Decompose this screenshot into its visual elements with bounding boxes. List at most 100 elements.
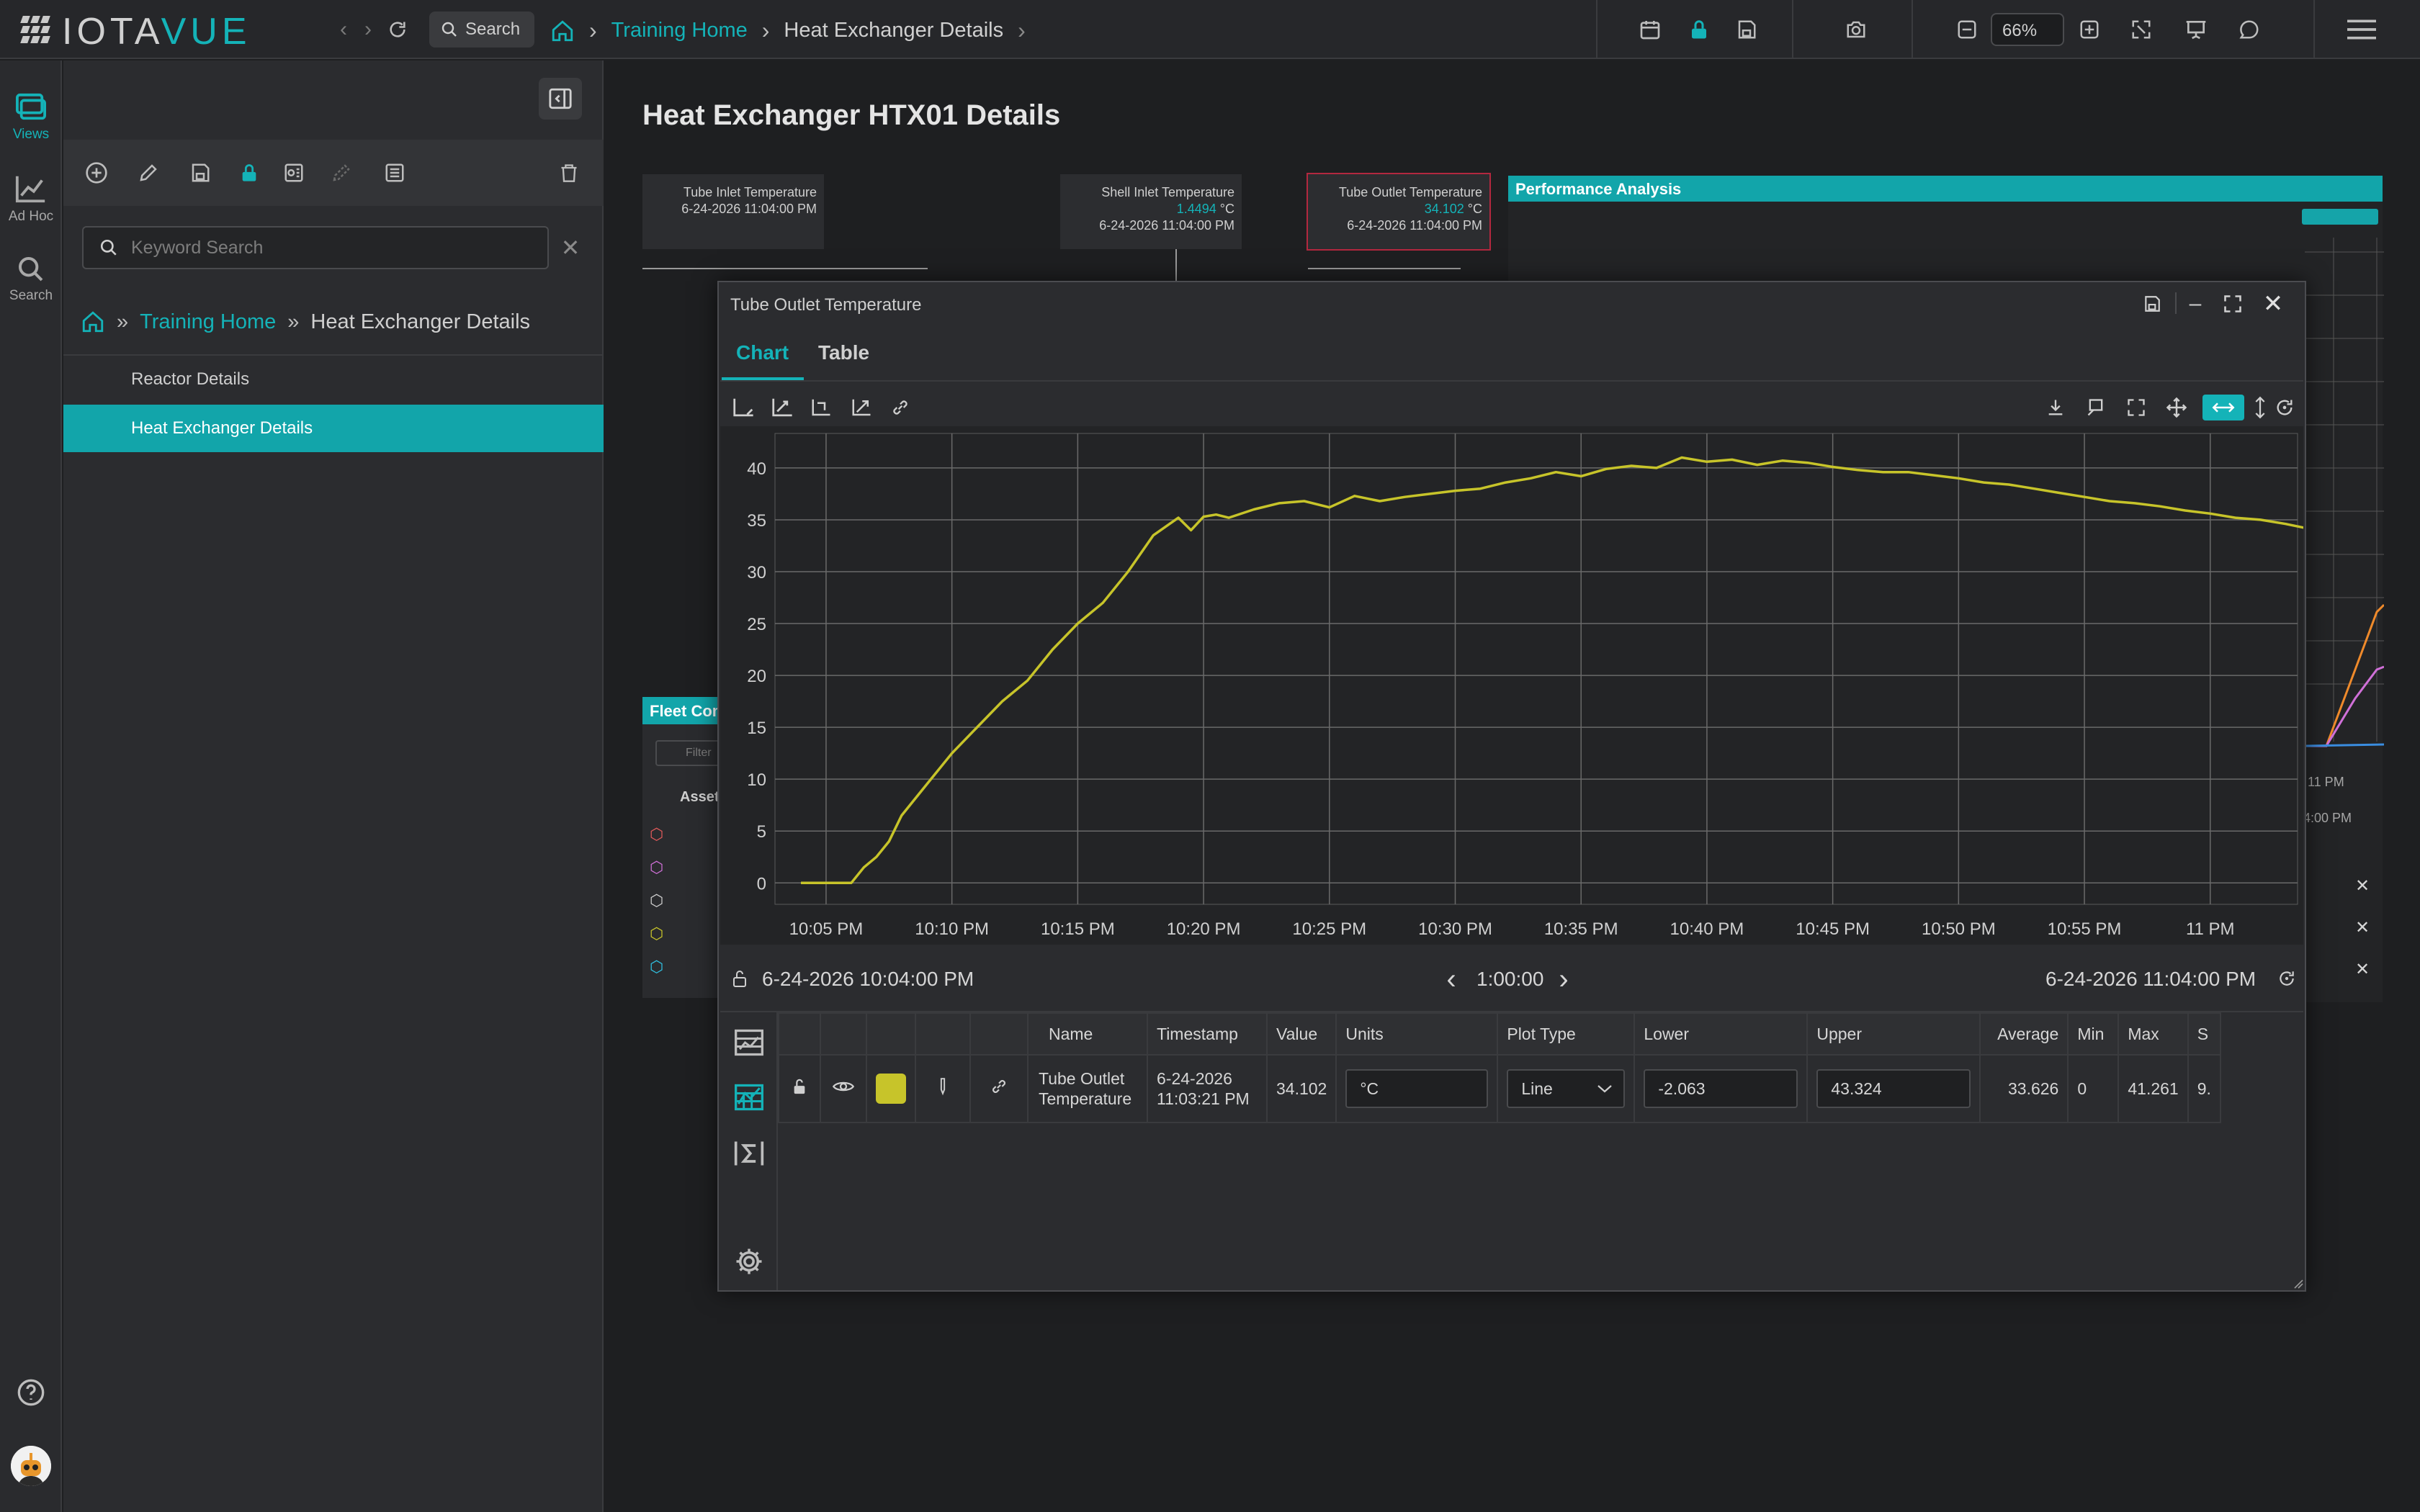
back-icon[interactable]: ‹ [333,17,354,42]
tab-table[interactable]: Table [818,341,869,364]
range-forward-icon[interactable]: › [1553,963,1574,995]
zoom-out-icon[interactable] [1952,14,1982,45]
add-icon[interactable] [82,158,111,187]
col-max[interactable]: Max [2118,1012,2189,1056]
fullscreen-icon[interactable] [2122,393,2151,422]
download-icon[interactable] [2041,393,2070,422]
range-start[interactable]: 6-24-2026 10:04:00 PM [762,968,974,991]
save-icon[interactable] [186,158,215,187]
eye-icon[interactable] [832,1079,855,1094]
sidebar-item-heat-exchanger-details[interactable]: Heat Exchanger Details [63,405,604,452]
range-end[interactable]: 6-24-2026 11:04:00 PM [2045,968,2256,991]
maximize-icon[interactable] [2220,291,2246,317]
lower-input[interactable]: -2.063 [1644,1069,1798,1108]
help-icon[interactable] [15,1377,47,1408]
home-icon[interactable] [81,310,105,334]
unlock-icon[interactable] [792,1078,807,1095]
layout-icon[interactable] [279,158,308,187]
col-lower[interactable]: Lower [1634,1012,1809,1056]
trend-chart[interactable]: 0 5 10 15 20 25 30 35 40 10:05 PM 10:10 PM 10:15 PM… [720,426,2311,945]
horizontal-zoom-icon[interactable] [2202,395,2244,420]
tab-chart[interactable]: Chart [736,341,789,364]
col-upper[interactable]: Upper [1806,1012,1981,1056]
cell-lower[interactable]: -2.063 [1634,1054,1809,1123]
remove-row-icon[interactable]: ✕ [2341,950,2384,988]
row-lock-cell[interactable] [778,1054,821,1123]
col-min[interactable]: Min [2067,1012,2120,1056]
reset-zoom-icon[interactable] [2270,393,2299,422]
col-average[interactable]: Average [1979,1012,2069,1056]
reset-axis-icon[interactable] [807,393,835,422]
menu-icon[interactable] [2345,14,2378,45]
axis-icon[interactable] [729,393,758,422]
save-icon[interactable] [1731,14,1762,45]
plot-type-select[interactable]: Line [1507,1069,1626,1108]
col-timestamp[interactable]: Timestamp [1147,1012,1268,1056]
search-button[interactable]: Search [429,12,534,48]
tile-shell-inlet[interactable]: Shell Inlet Temperature 1.4494 °C 6-24-2… [1060,174,1242,249]
rail-search[interactable]: Search [0,255,62,304]
calendar-icon[interactable] [1635,14,1665,45]
cell-units[interactable]: °C [1335,1054,1499,1123]
col-s[interactable]: S [2187,1012,2221,1056]
home-icon[interactable] [550,19,575,43]
table-row[interactable]: Tube Outlet Temperature 6-24-2026 11:03:… [778,1054,2221,1123]
remove-row-icon[interactable]: ✕ [2341,909,2384,946]
expand-chart-icon[interactable] [847,393,876,422]
collapse-panel-icon[interactable] [539,78,582,120]
cell-upper[interactable]: 43.324 [1806,1054,1981,1123]
fleet-filter-input[interactable]: Filter [655,740,722,766]
cell-plot-type[interactable]: Line [1497,1054,1636,1123]
tile-tube-outlet[interactable]: Tube Outlet Temperature 34.102 °C 6-24-2… [1307,173,1491,251]
resize-handle-icon[interactable] [2293,1279,2303,1289]
lock-icon[interactable] [235,158,264,187]
keyword-search-input[interactable]: Keyword Search [82,226,549,269]
col-units[interactable]: Units [1335,1012,1499,1056]
avatar[interactable] [11,1446,51,1486]
statistics-icon[interactable] [732,1025,766,1060]
zoom-axis-icon[interactable] [768,393,797,422]
col-value[interactable]: Value [1265,1012,1337,1056]
range-back-icon[interactable]: ‹ [1440,963,1462,995]
rail-views[interactable]: Views [0,92,62,143]
link-icon[interactable] [990,1077,1008,1096]
live-icon[interactable] [2276,966,2298,991]
row-edit-cell[interactable] [915,1054,971,1123]
trend-table-icon[interactable] [732,1080,766,1115]
remove-row-icon[interactable]: ✕ [2341,867,2384,904]
sidebar-item-reactor-details[interactable]: Reactor Details [63,356,604,403]
color-swatch[interactable] [876,1074,906,1104]
row-link-cell[interactable] [969,1054,1028,1123]
col-name[interactable]: Name [1027,1012,1148,1056]
col-plot-type[interactable]: Plot Type [1497,1012,1636,1056]
forward-icon[interactable]: › [357,17,379,42]
pencil-icon[interactable] [936,1077,950,1096]
settings-icon[interactable] [732,1244,766,1279]
sigma-icon[interactable] [732,1136,766,1171]
save-icon[interactable] [2139,291,2165,317]
refresh-icon[interactable] [385,16,411,43]
breadcrumb-training-home[interactable]: Training Home [611,19,748,42]
edit-icon[interactable] [134,158,163,187]
zoom-in-icon[interactable] [2074,14,2105,45]
zoom-level[interactable]: 66% [1991,13,2064,46]
perf-toolbar-active[interactable] [2302,209,2378,225]
fit-screen-icon[interactable] [2126,14,2156,45]
range-duration[interactable]: 1:00:00 [1476,968,1543,991]
lock-icon[interactable] [1684,14,1714,45]
delete-icon[interactable] [555,158,583,187]
tile-tube-inlet[interactable]: Tube Inlet Temperature 6-24-2026 11:04:0… [642,174,824,249]
presentation-icon[interactable] [2181,14,2211,45]
row-color-cell[interactable] [866,1054,916,1123]
row-visible-cell[interactable] [820,1054,867,1123]
close-dialog-icon[interactable]: ✕ [2259,289,2287,318]
properties-icon[interactable] [380,158,409,187]
unlock-icon[interactable] [729,966,750,991]
minimize-icon[interactable]: – [2182,291,2208,317]
pan-icon[interactable] [2162,393,2191,422]
units-input[interactable]: °C [1345,1069,1489,1108]
sidebar-breadcrumb-home[interactable]: Training Home [140,310,276,334]
camera-icon[interactable] [1841,14,1871,45]
zoom-box-icon[interactable] [2081,393,2110,422]
rail-adhoc[interactable]: Ad Hoc [0,173,62,225]
